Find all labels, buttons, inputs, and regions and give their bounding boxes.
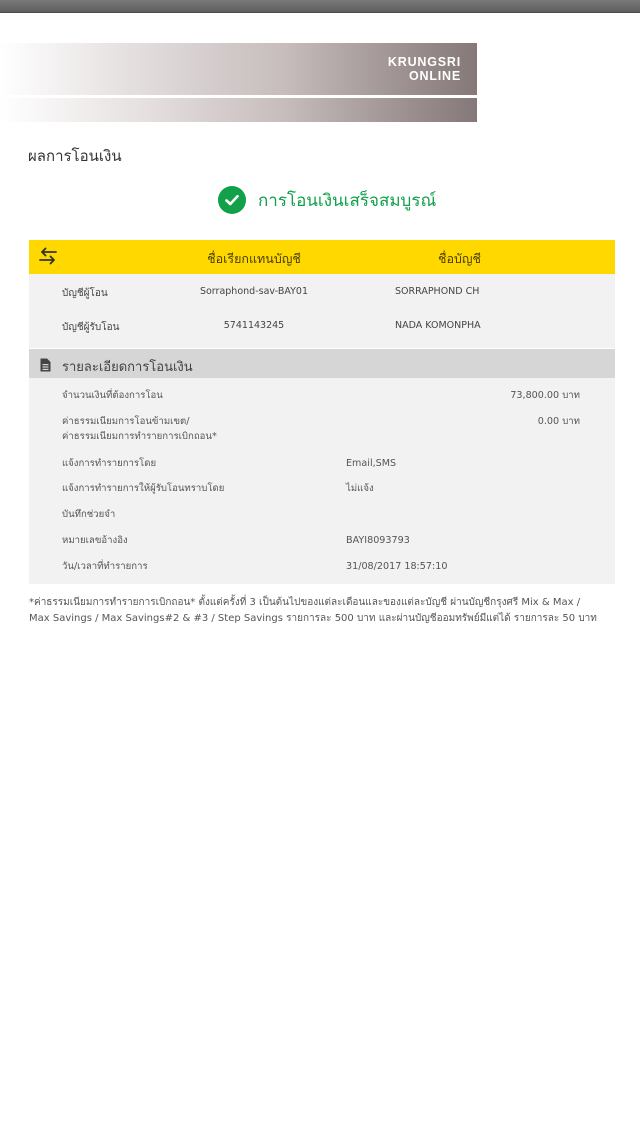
- table-row: บัญชีผู้โอน Sorraphond-sav-BAY01 SORRAPH…: [29, 280, 615, 304]
- account-table-body: บัญชีผู้โอน Sorraphond-sav-BAY01 SORRAPH…: [29, 274, 615, 348]
- fee-label-line2: ค่าธรรมเนียมการทำรายการเบิกถอน*: [62, 431, 217, 442]
- amount-value: 73,800.00 บาท: [510, 390, 580, 401]
- row-label: บัญชีผู้โอน: [62, 288, 108, 299]
- success-status: การโอนเงินเสร็จสมบูรณ์: [218, 184, 436, 216]
- footnote-line2: Max Savings / Max Savings#2 & #3 / Step …: [29, 613, 597, 624]
- amount-label: จำนวนเงินที่ต้องการโอน: [62, 390, 163, 401]
- details-title: รายละเอียดการโอนเงิน: [62, 360, 193, 375]
- table-row: บัญชีผู้รับโอน 5741143245 NADA KOMONPHA: [29, 314, 615, 338]
- notify-recipient-value: ไม่แจ้ง: [346, 483, 374, 494]
- notify-value: Email,SMS: [346, 458, 397, 469]
- memo-label: บันทึกช่วยจำ: [62, 509, 116, 520]
- account-nickname: 5741143245: [223, 320, 285, 331]
- page-title: ผลการโอนเงิน: [28, 147, 122, 165]
- fee-label-line1: ค่าธรรมเนียมการโอนข้ามเขต/: [62, 416, 190, 427]
- top-status-bar: [0, 0, 640, 13]
- column-header-account-name: ชื่อบัญชี: [437, 251, 482, 266]
- banner-strip: [0, 98, 477, 122]
- details-body: จำนวนเงินที่ต้องการโอน 73,800.00 บาท ค่า…: [29, 378, 615, 584]
- account-name: SORRAPHOND CH: [395, 286, 480, 297]
- transfer-arrows-icon: [37, 246, 59, 266]
- check-circle-icon: [218, 186, 246, 214]
- account-nickname: Sorraphond-sav-BAY01: [199, 286, 309, 297]
- brand-line2: ONLINE: [408, 69, 461, 83]
- row-label: บัญชีผู้รับโอน: [62, 322, 120, 333]
- notify-label: แจ้งการทำรายการโดย: [62, 458, 157, 469]
- account-name: NADA KOMONPHA: [395, 320, 481, 331]
- notify-recipient-label: แจ้งการทำรายการให้ผู้รับโอนทราบโดย: [62, 483, 225, 494]
- fee-value: 0.00 บาท: [537, 416, 580, 427]
- column-header-nickname: ชื่อเรียกแทนบัญชี: [207, 251, 301, 266]
- brand-logo: KRUNGSRI ONLINE: [388, 55, 461, 83]
- reference-label: หมายเลขอ้างอิง: [62, 535, 128, 546]
- transfer-result-card: ชื่อเรียกแทนบัญชี ชื่อบัญชี บัญชีผู้โอน …: [29, 240, 615, 584]
- brand-line1: KRUNGSRI: [387, 55, 461, 69]
- document-icon: [40, 357, 51, 372]
- header-banner: KRUNGSRI ONLINE: [0, 43, 477, 95]
- datetime-value: 31/08/2017 18:57:10: [346, 561, 448, 572]
- fee-label: ค่าธรรมเนียมการโอนข้ามเขต/ ค่าธรรมเนียมก…: [62, 414, 217, 444]
- footnote-line1: *ค่าธรรมเนียมการทำรายการเบิกถอน* ตั้งแต่…: [29, 597, 581, 608]
- success-message: การโอนเงินเสร็จสมบูรณ์: [258, 190, 437, 211]
- reference-value: BAYI8093793: [346, 535, 410, 546]
- datetime-label: วัน/เวลาที่ทำรายการ: [62, 561, 148, 572]
- account-table-header: ชื่อเรียกแทนบัญชี ชื่อบัญชี: [29, 240, 615, 274]
- details-section-header: รายละเอียดการโอนเงิน: [29, 349, 615, 378]
- fee-footnote: *ค่าธรรมเนียมการทำรายการเบิกถอน* ตั้งแต่…: [29, 595, 617, 627]
